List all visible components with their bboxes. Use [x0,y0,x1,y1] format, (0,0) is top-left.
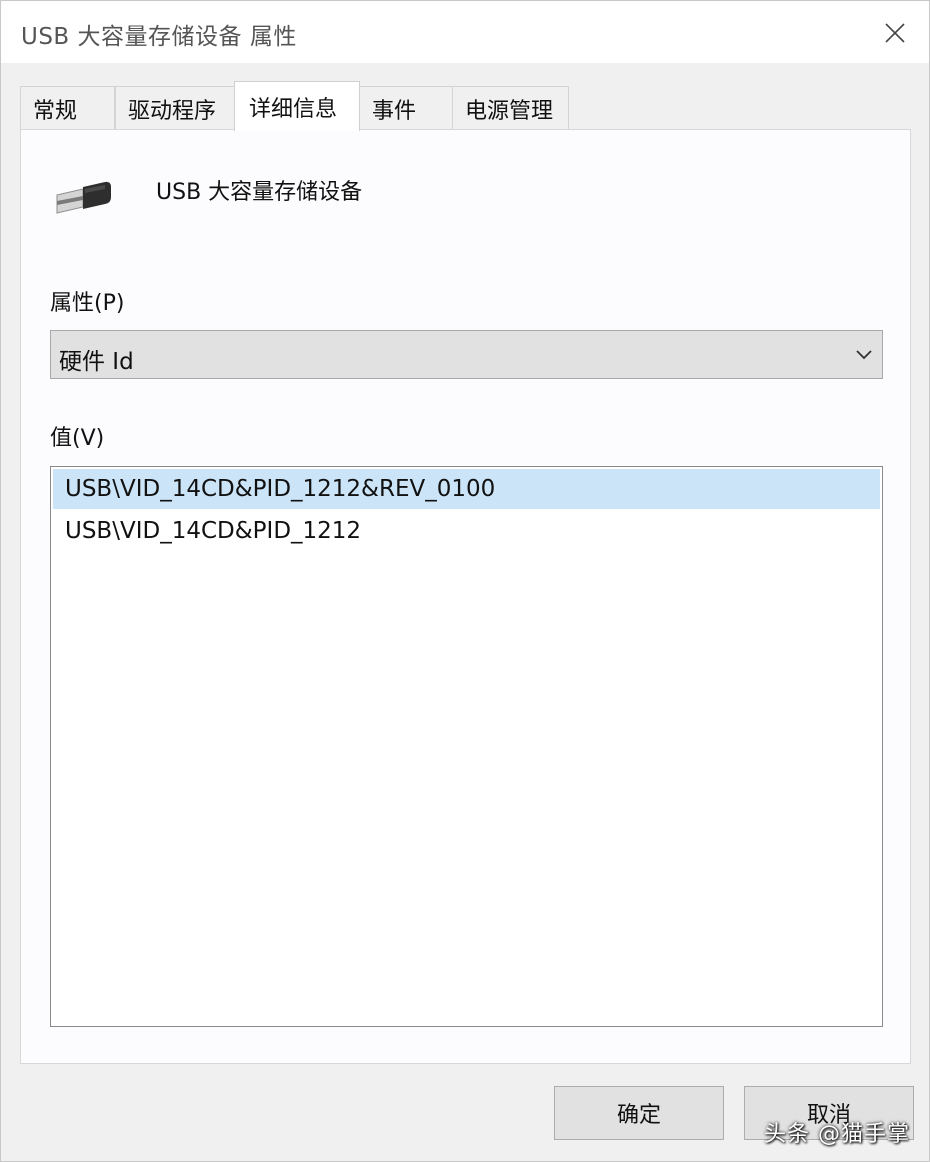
details-panel: USB 大容量存储设备 属性(P) 硬件 Id 值(V) USB\VID_14C… [20,129,911,1064]
list-item[interactable]: USB\VID_14CD&PID_1212 [53,511,880,551]
properties-dialog: USB 大容量存储设备 属性 常规 驱动程序 详细信息 事件 电源管理 USB … [0,0,930,1162]
value-list[interactable]: USB\VID_14CD&PID_1212&REV_0100 USB\VID_1… [50,466,883,1027]
close-icon [885,23,905,43]
watermark: 头条 @猫手掌 [764,1122,910,1147]
tab-driver[interactable]: 驱动程序 [115,86,235,130]
tab-details[interactable]: 详细信息 [234,81,360,131]
title-bar: USB 大容量存储设备 属性 [1,1,929,63]
window-title: USB 大容量存储设备 属性 [21,24,297,50]
property-selected-value: 硬件 Id [59,349,134,375]
close-button[interactable] [873,13,917,53]
tab-events[interactable]: 事件 [359,86,453,130]
value-label: 值(V) [50,426,105,451]
usb-plug-icon [56,181,111,214]
list-item[interactable]: USB\VID_14CD&PID_1212&REV_0100 [53,469,880,509]
property-dropdown[interactable]: 硬件 Id [50,330,883,379]
tab-power-management[interactable]: 电源管理 [452,86,569,130]
ok-button[interactable]: 确定 [554,1086,724,1140]
property-label: 属性(P) [50,291,125,316]
device-name: USB 大容量存储设备 [156,180,363,205]
chevron-down-icon [856,350,872,360]
tab-general[interactable]: 常规 [20,86,115,130]
